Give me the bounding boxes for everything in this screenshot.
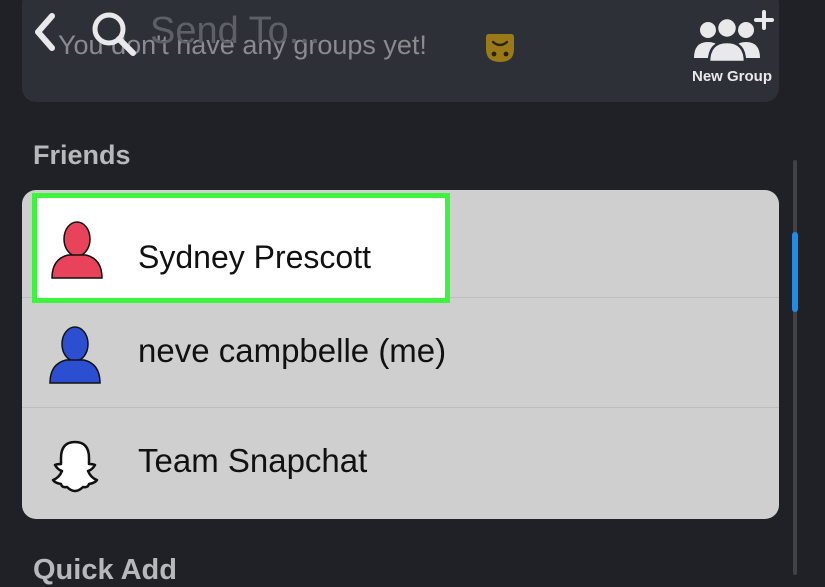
friends-heading: Friends: [33, 140, 131, 170]
quick-add-heading: Quick Add: [33, 554, 177, 586]
friend-name: Sydney Prescott: [138, 239, 371, 275]
add-group-icon: [694, 10, 774, 64]
friend-row-team-snapchat[interactable]: Team Snapchat: [22, 408, 779, 519]
selected-friend-highlight[interactable]: Sydney Prescott: [32, 193, 450, 303]
new-group-label: New Group: [691, 68, 772, 85]
chevron-left-icon[interactable]: [28, 8, 62, 56]
new-group-button[interactable]: New Group: [684, 4, 780, 90]
upside-down-face-emoji-icon: [486, 34, 514, 62]
scrollbar-track[interactable]: [793, 160, 797, 575]
friend-row-neve-campbelle[interactable]: neve campbelle (me): [22, 298, 779, 408]
snapchat-ghost-icon: [51, 440, 99, 493]
search-icon[interactable]: [88, 8, 140, 60]
person-icon: [51, 221, 103, 279]
person-icon: [49, 326, 101, 384]
friend-name: Team Snapchat: [138, 442, 368, 479]
friend-name: neve campbelle (me): [138, 332, 447, 369]
scrollbar-thumb[interactable]: [792, 232, 798, 312]
page-title: Send To...: [150, 10, 321, 52]
